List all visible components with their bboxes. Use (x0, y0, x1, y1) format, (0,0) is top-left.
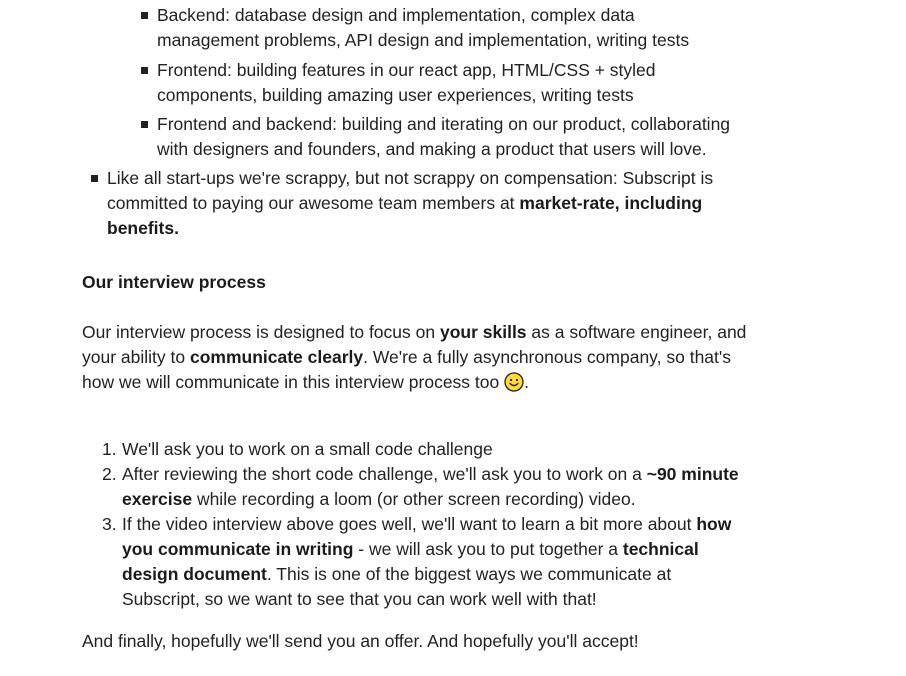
bold-text: your skills (439, 322, 527, 342)
paragraph-text: how we will communicate in this intervie… (82, 372, 505, 392)
list-item-text: Frontend: building features in our react… (157, 60, 656, 80)
bold-text: benefits. (107, 218, 179, 238)
bold-text: technical (622, 539, 699, 559)
intro-paragraph: Our interview process is designed to foc… (82, 320, 772, 395)
step-text: We'll ask you to work on a small code ch… (122, 439, 493, 459)
square-bullet-icon (91, 175, 98, 182)
bold-text: design document (122, 564, 267, 584)
section-heading: Our interview process (82, 272, 266, 292)
list-item-text: Backend: database design and implementat… (157, 5, 635, 25)
paragraph-text: as a software engineer, and (526, 322, 747, 342)
paragraph-text: . We're a fully asynchronous company, so… (363, 347, 731, 367)
job-description-page: Backend: database design and implementat… (0, 0, 906, 676)
step-text: - we will ask you to put together a (353, 539, 623, 559)
list-item-text: with designers and founders, and making … (157, 139, 707, 159)
square-bullet-icon (141, 67, 148, 74)
list-item-text: committed to paying our awesome team mem… (107, 193, 520, 213)
bold-text: how (696, 514, 732, 534)
step-number: 3. (102, 514, 117, 534)
bold-text: market-rate, including (519, 193, 703, 213)
step-text: If the video interview above goes well, … (122, 514, 697, 534)
bold-text: exercise (122, 489, 193, 509)
step-number: 1. (102, 439, 117, 459)
step-text: while recording a loom (or other screen … (192, 489, 636, 509)
step-text: Subscript, so we want to see that you ca… (122, 589, 597, 609)
step-text: After reviewing the short code challenge… (122, 464, 647, 484)
paragraph-text: Our interview process is designed to foc… (82, 322, 440, 342)
closing-paragraph: And finally, hopefully we'll send you an… (82, 631, 639, 651)
square-bullet-icon (141, 121, 148, 128)
bold-text: you communicate in writing (122, 539, 354, 559)
smiley-face-icon (504, 372, 524, 392)
list-item-frontend: Frontend: building features in our react… (141, 58, 781, 108)
step-text: . This is one of the biggest ways we com… (266, 564, 672, 584)
step-number: 2. (102, 464, 117, 484)
paragraph-text: your ability to (82, 347, 190, 367)
list-item-backend: Backend: database design and implementat… (141, 3, 781, 53)
square-bullet-icon (141, 12, 148, 19)
list-item-text: components, building amazing user experi… (157, 85, 634, 105)
bold-text: communicate clearly (189, 347, 364, 367)
list-item-fullstack: Frontend and backend: building and itera… (141, 112, 781, 162)
bold-text: ~90 minute (646, 464, 739, 484)
list-item-text: management problems, API design and impl… (157, 30, 690, 50)
paragraph-text: . (524, 372, 529, 392)
list-item-compensation: Like all start-ups we're scrappy, but no… (91, 166, 771, 241)
list-item-text: Frontend and backend: building and itera… (157, 114, 731, 134)
list-item-text: Like all start-ups we're scrappy, but no… (107, 168, 714, 188)
